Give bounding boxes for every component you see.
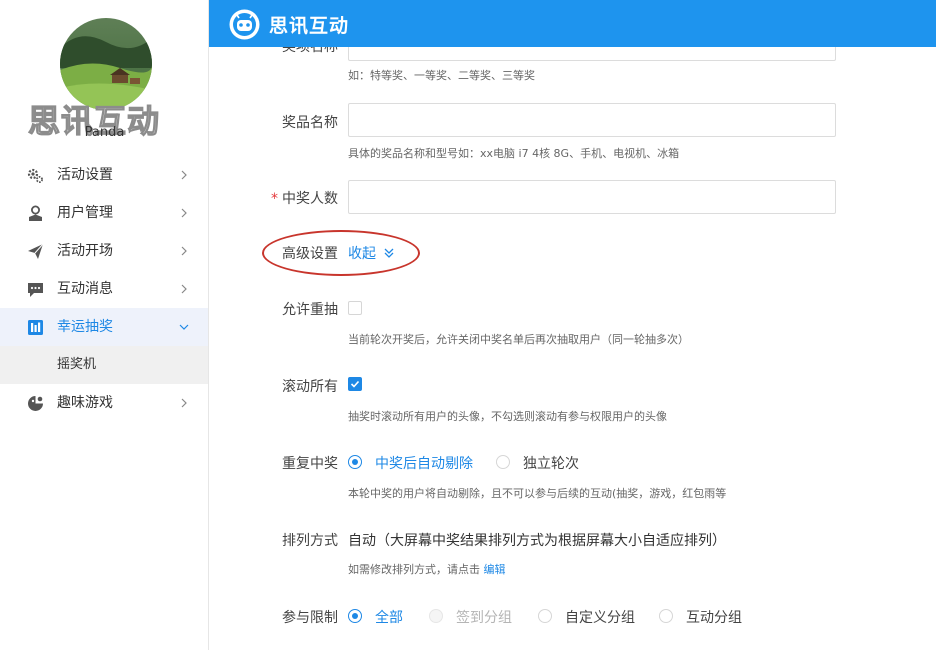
advanced-settings-label: 高级设置 xyxy=(282,246,338,262)
sidebar-item-label: 用户管理 xyxy=(57,205,113,221)
username: Panda xyxy=(84,125,125,140)
sort-mode-hint: 如需修改排列方式，请点击 编辑 xyxy=(348,561,506,577)
brand-title: 思讯互动 xyxy=(269,15,350,37)
prize-level-label: 奖项名称 xyxy=(282,47,338,55)
game-icon xyxy=(28,396,43,411)
sort-mode-value: 自动（大屏幕中奖结果排列方式为根据屏幕大小自适应排列） xyxy=(348,533,726,549)
participation-radio-custom-group[interactable] xyxy=(538,609,552,623)
repeat-win-label: 重复中奖 xyxy=(282,456,338,472)
sidebar-item-label: 活动开场 xyxy=(57,243,113,259)
prize-level-hint: 如：特等奖、一等奖、二等奖、三等奖 xyxy=(348,69,535,82)
participation-option-signin-group: 签到分组 xyxy=(456,610,512,626)
repeat-win-hint: 本轮中奖的用户将自动剔除，且不可以参与后续的互动(抽奖，游戏，红包雨等 xyxy=(348,487,727,500)
edit-link[interactable]: 编辑 xyxy=(484,563,506,576)
required-mark: * xyxy=(271,191,278,207)
allow-redraw-checkbox[interactable] xyxy=(348,301,362,315)
prize-name-label: 奖品名称 xyxy=(282,115,338,131)
repeat-win-radio-auto-remove[interactable] xyxy=(348,455,362,469)
sidebar-item-fun-games[interactable]: 趣味游戏 xyxy=(0,384,208,422)
participation-option-all[interactable]: 全部 xyxy=(375,607,403,627)
checkmark-icon xyxy=(350,380,360,388)
sidebar-item-activity-open[interactable]: 活动开场 xyxy=(0,232,208,270)
chevron-right-icon xyxy=(181,170,187,180)
chat-bubble-icon xyxy=(28,283,43,297)
sidebar-item-activity-settings[interactable]: 活动设置 xyxy=(0,156,208,194)
sidebar-item-lucky-draw[interactable]: 幸运抽奖 xyxy=(0,308,208,346)
participation-option-custom-group[interactable]: 自定义分组 xyxy=(565,607,635,627)
sidebar-item-label: 趣味游戏 xyxy=(57,395,113,411)
lottery-form: 奖项名称 如：特等奖、一等奖、二等奖、三等奖 奖品名称 具体的奖品名称和型号如：… xyxy=(209,47,936,650)
prize-level-input[interactable] xyxy=(348,47,836,61)
participation-radio-interactive-group[interactable] xyxy=(659,609,673,623)
participation-radio-signin-group xyxy=(429,609,443,623)
lottery-icon xyxy=(28,320,43,335)
winner-count-label: * 中奖人数 xyxy=(271,188,338,208)
collapse-toggle[interactable]: 收起 xyxy=(348,243,395,263)
sort-mode-label: 排列方式 xyxy=(282,533,338,549)
paper-plane-icon xyxy=(28,243,44,259)
scroll-all-checkbox[interactable] xyxy=(348,377,362,391)
side-menu: 活动设置 用户管理 活动开场 互动消息 幸运抽奖 摇奖机 趣味游戏 xyxy=(0,156,208,422)
participation-radio-all[interactable] xyxy=(348,609,362,623)
repeat-win-option-auto-remove[interactable]: 中奖后自动剔除 xyxy=(375,453,473,473)
participation-label: 参与限制 xyxy=(282,610,338,626)
chevron-down-icon xyxy=(179,324,189,330)
allow-redraw-hint: 当前轮次开奖后，允许关闭中奖名单后再次抽取用户（同一轮抽多次） xyxy=(348,333,689,346)
sidebar-item-user-management[interactable]: 用户管理 xyxy=(0,194,208,232)
sidebar-item-label: 活动设置 xyxy=(57,167,113,183)
prize-name-hint: 具体的奖品名称和型号如：xx电脑 i7 4核 8G、手机、电视机、冰箱 xyxy=(348,147,680,160)
allow-redraw-label: 允许重抽 xyxy=(282,302,338,318)
winner-count-input[interactable] xyxy=(348,180,836,214)
chevron-right-icon xyxy=(181,398,187,408)
repeat-win-radio-independent[interactable] xyxy=(496,455,510,469)
scroll-all-label: 滚动所有 xyxy=(282,379,338,395)
double-chevron-down-icon xyxy=(384,248,394,258)
prize-name-input[interactable] xyxy=(348,103,836,137)
top-header: 思讯互动 xyxy=(209,0,936,47)
sort-mode-hint-text: 如需修改排列方式，请点击 xyxy=(348,563,480,576)
sidebar: 思讯互动 Panda 活动设置 用户管理 活动开场 互动消息 幸运抽奖 摇奖机 … xyxy=(0,0,209,650)
gears-icon xyxy=(27,168,43,183)
sidebar-item-label: 幸运抽奖 xyxy=(57,319,113,335)
chevron-right-icon xyxy=(181,284,187,294)
robot-logo-icon xyxy=(229,9,260,40)
winner-count-text: 中奖人数 xyxy=(282,191,338,207)
submenu-item-lottery-machine[interactable]: 摇奖机 xyxy=(0,346,208,384)
chevron-right-icon xyxy=(181,208,187,218)
repeat-win-option-independent[interactable]: 独立轮次 xyxy=(523,453,579,473)
collapse-label: 收起 xyxy=(348,246,376,262)
scroll-all-hint: 抽奖时滚动所有用户的头像，不勾选则滚动有参与权限用户的头像 xyxy=(348,410,667,423)
sidebar-item-messages[interactable]: 互动消息 xyxy=(0,270,208,308)
user-icon xyxy=(29,205,42,221)
participation-option-interactive-group[interactable]: 互动分组 xyxy=(686,607,742,627)
chevron-right-icon xyxy=(181,246,187,256)
sidebar-item-label: 互动消息 xyxy=(57,281,113,297)
